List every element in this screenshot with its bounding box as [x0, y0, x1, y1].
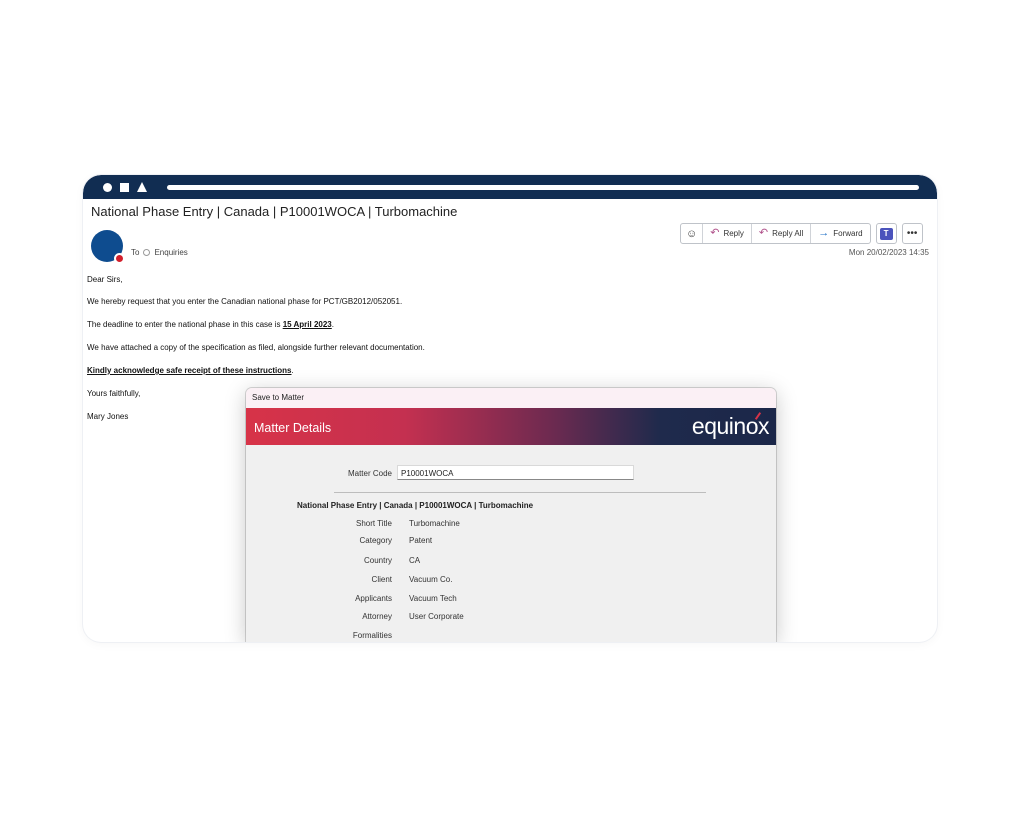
forward-label: Forward — [833, 229, 863, 238]
window-titlebar — [83, 175, 937, 199]
acknowledge-suffix: . — [291, 366, 294, 375]
email-window: National Phase Entry | Canada | P10001WO… — [83, 175, 937, 642]
attorney-label: Attorney — [362, 612, 392, 621]
body-paragraph-2: The deadline to enter the national phase… — [87, 320, 334, 329]
body-paragraph-4: Kindly acknowledge safe receipt of these… — [87, 366, 294, 375]
reply-button[interactable]: ↶ Reply — [703, 224, 752, 243]
save-to-matter-dialog: Save to Matter Matter Details equinox Ma… — [246, 388, 776, 642]
category-value: Patent — [409, 536, 433, 545]
more-actions-button[interactable]: ••• — [901, 223, 923, 244]
country-label: Country — [363, 556, 392, 565]
square-icon — [120, 183, 129, 192]
category-label: Category — [359, 536, 392, 545]
reply-all-label: Reply All — [772, 229, 804, 238]
deadline-date: 15 April 2023 — [282, 320, 332, 329]
dialog-title: Save to Matter — [246, 388, 776, 408]
acknowledge-text: Kindly acknowledge safe receipt of these… — [87, 366, 292, 375]
client-label: Client — [371, 575, 392, 584]
teams-icon: T — [879, 227, 893, 240]
recipient-line: To Enquiries — [131, 248, 188, 257]
applicants-value: Vacuum Tech — [409, 594, 457, 603]
message-actions: ☺ ↶ Reply ↶ Reply All → Forward T ••• — [680, 223, 923, 244]
recipient-name[interactable]: Enquiries — [154, 248, 187, 257]
forward-icon: → — [818, 227, 830, 239]
short-title-label: Short Title — [355, 519, 392, 528]
deadline-text: The deadline to enter the national phase… — [87, 320, 283, 329]
signature: Mary Jones — [87, 412, 129, 421]
dialog-divider — [334, 492, 706, 493]
closing: Yours faithfully, — [87, 389, 141, 398]
matter-code-label: Matter Code — [347, 469, 392, 478]
react-button[interactable]: ☺ — [681, 224, 704, 243]
country-value: CA — [409, 556, 421, 565]
matter-subject: National Phase Entry | Canada | P10001WO… — [297, 501, 534, 510]
reply-all-button[interactable]: ↶ Reply All — [752, 224, 812, 243]
circle-icon — [103, 183, 112, 192]
body-paragraph-1: We hereby request that you enter the Can… — [87, 297, 403, 306]
reply-all-icon: ↶ — [758, 227, 769, 239]
forward-button[interactable]: → Forward — [811, 224, 869, 243]
presence-status-icon — [114, 253, 125, 264]
address-bar — [167, 185, 919, 190]
triangle-icon — [137, 182, 147, 192]
matter-code-input[interactable]: P10001WOCA — [397, 465, 634, 480]
received-timestamp: Mon 20/02/2023 14:35 — [848, 248, 929, 257]
attorney-value: User Corporate — [409, 612, 464, 621]
reply-label: Reply — [723, 229, 744, 238]
applicants-label: Applicants — [355, 594, 392, 603]
reply-button-group: ☺ ↶ Reply ↶ Reply All → Forward — [680, 223, 871, 244]
email-subject: National Phase Entry | Canada | P10001WO… — [91, 204, 458, 219]
more-icon: ••• — [906, 228, 918, 239]
deadline-suffix: . — [331, 320, 334, 329]
client-value: Vacuum Co. — [409, 575, 453, 584]
recipient-status-icon — [143, 249, 151, 256]
short-title-value: Turbomachine — [409, 519, 460, 528]
teams-button[interactable]: T — [875, 223, 897, 244]
matter-details-heading: Matter Details — [254, 421, 332, 435]
dialog-header: Matter Details equinox — [246, 408, 776, 445]
to-label: To — [131, 248, 140, 257]
greeting: Dear Sirs, — [87, 275, 123, 284]
formalities-label: Formalities — [352, 631, 392, 640]
smiley-icon: ☺ — [686, 227, 698, 240]
reply-icon: ↶ — [710, 227, 720, 239]
body-paragraph-3: We have attached a copy of the specifica… — [87, 343, 425, 352]
